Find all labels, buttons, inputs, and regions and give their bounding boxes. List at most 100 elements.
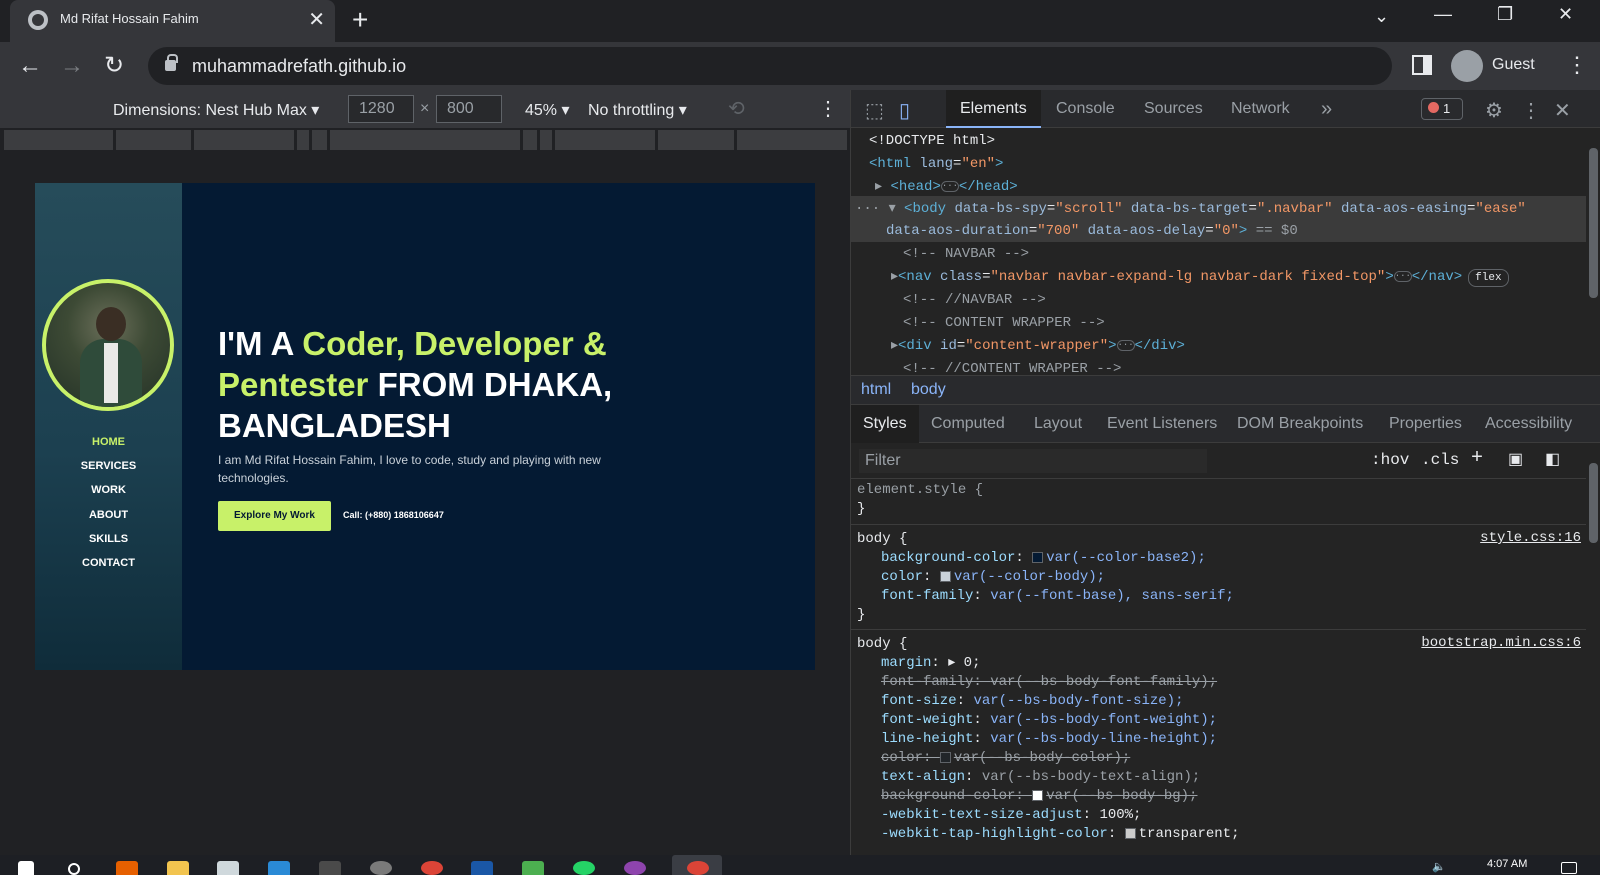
search-icon[interactable] [68,863,80,875]
app-icon[interactable] [624,861,646,875]
media-query-segment[interactable] [658,130,734,150]
back-button[interactable]: ← [18,52,42,80]
profile-label[interactable]: Guest [1492,56,1535,74]
overridden-declaration[interactable]: font-family: var(--bs-body-font-family); [881,673,1217,692]
app-icon[interactable] [522,861,544,875]
expand-arrow-icon[interactable]: ▸ [891,338,898,354]
site-nav-about[interactable]: ABOUT [35,509,182,521]
dom-comment[interactable]: <!-- CONTENT WRAPPER --> [903,312,1105,334]
rule-source-link[interactable]: bootstrap.min.css:6 [1421,635,1581,651]
media-query-segment[interactable] [116,130,191,150]
rule-selector[interactable]: body { [857,635,907,654]
address-bar[interactable]: muhammadrefath.github.io [148,47,1392,85]
media-query-segment[interactable] [297,130,309,150]
tab-search-icon[interactable]: ⌄ [1374,6,1389,27]
dom-comment[interactable]: <!-- NAVBAR --> [903,243,1029,265]
color-swatch[interactable] [1124,827,1136,839]
hov-toggle[interactable]: :hov [1371,451,1409,469]
virtualbox-icon[interactable] [217,861,239,875]
dom-comment[interactable]: <!-- //NAVBAR --> [903,289,1046,311]
inspect-element-icon[interactable]: ⬚ [865,98,884,123]
style-declaration[interactable]: margin: ▸ 0; [881,654,980,673]
side-panel-icon[interactable] [1412,55,1432,75]
device-toggle-icon[interactable]: ▯ [899,98,910,123]
device-toolbar-more-icon[interactable]: ⋮ [818,96,838,121]
media-query-bar[interactable] [0,128,850,152]
forward-button[interactable]: → [60,52,84,80]
site-nav-services[interactable]: SERVICES [35,460,182,472]
media-query-segment[interactable] [194,130,294,150]
url-text[interactable]: muhammadrefath.github.io [192,56,406,77]
terminal-icon[interactable] [319,861,341,875]
more-tabs-icon[interactable]: » [1321,98,1332,121]
color-swatch[interactable] [939,751,951,763]
style-declaration[interactable]: -webkit-tap-highlight-color: transparent… [881,825,1239,844]
media-query-segment[interactable] [523,130,537,150]
media-query-segment[interactable] [4,130,113,150]
expand-arrow-icon[interactable]: ▸ [875,179,882,195]
tab-network[interactable]: Network [1217,90,1304,128]
ellipsis-icon[interactable]: ··· [940,180,959,192]
tab-close-icon[interactable]: ✕ [308,7,325,33]
media-query-segment[interactable] [312,130,327,150]
app-icon[interactable] [471,861,493,875]
firefox-icon[interactable] [116,861,138,875]
new-rule-plus-icon[interactable]: + [1471,447,1483,470]
media-query-segment[interactable] [540,130,552,150]
media-query-segment[interactable] [330,130,520,150]
taskbar-clock[interactable]: 4:07 AM [1487,858,1527,870]
chrome-menu-icon[interactable]: ⋮ [1566,52,1588,78]
overridden-declaration[interactable]: color: var(--bs-body-color); [881,749,1130,768]
rule-selector[interactable]: body { [857,530,907,549]
dom-body-cont[interactable]: data-aos-duration="700" data-aos-delay="… [886,220,1298,242]
ellipsis-icon[interactable]: ··· [1116,339,1135,351]
rotate-icon[interactable]: ⟲ [728,96,745,121]
device-width-input[interactable]: 1280 [348,95,414,123]
throttling-select[interactable]: No throttling ▾ [588,100,687,120]
expand-arrow-icon[interactable]: ▸ [891,269,898,285]
reload-button[interactable]: ↻ [104,52,124,80]
window-close-button[interactable]: ✕ [1558,4,1573,25]
browser-tab[interactable]: Md Rifat Hossain Fahim ✕ [10,0,335,42]
emulated-viewport[interactable]: HOME SERVICES WORK ABOUT SKILLS CONTACT … [35,183,815,670]
explore-work-button[interactable]: Explore My Work [218,501,331,531]
scrollbar-thumb[interactable] [1589,463,1598,543]
tab-layout[interactable]: Layout [1022,405,1094,443]
dom-nav[interactable]: ▸<nav class="navbar navbar-expand-lg nav… [891,266,1509,288]
guest-avatar-icon[interactable] [1451,50,1483,82]
new-tab-button[interactable]: + [352,5,368,35]
devtools-menu-icon[interactable]: ⋮ [1521,98,1541,123]
tab-elements[interactable]: Elements [946,90,1041,128]
style-declaration[interactable]: font-size: var(--bs-body-font-size); [881,692,1183,711]
tab-event-listeners[interactable]: Event Listeners [1095,405,1229,443]
ellipsis-icon[interactable]: ··· [1393,270,1412,282]
notification-icon[interactable] [1561,862,1577,874]
volume-icon[interactable]: 🔈 [1432,860,1454,874]
dom-comment[interactable]: <!-- //CONTENT WRAPPER --> [903,358,1121,375]
dom-body[interactable]: ··· ▾ <body data-bs-spy="scroll" data-bs… [855,198,1526,220]
color-swatch[interactable] [1032,789,1044,801]
rule-source-link[interactable]: style.css:16 [1480,530,1581,546]
style-declaration[interactable]: background-color: var(--color-base2); [881,549,1206,568]
error-count-badge[interactable]: 1 [1421,98,1463,120]
dom-html[interactable]: <html lang="en"> [869,153,1003,175]
style-declaration[interactable]: text-align: var(--bs-body-text-align); [881,768,1200,787]
style-declaration[interactable]: font-family: var(--font-base), sans-seri… [881,587,1234,606]
scrollbar-thumb[interactable] [1589,148,1598,298]
devtools-close-icon[interactable]: ✕ [1554,98,1571,123]
style-declaration[interactable]: font-weight: var(--bs-body-font-weight); [881,711,1217,730]
tab-accessibility[interactable]: Accessibility [1473,405,1584,443]
site-nav-home[interactable]: HOME [35,436,182,448]
app-icon[interactable] [370,861,392,875]
phone-link[interactable]: Call: (+880) 1868106647 [343,510,444,520]
dom-doctype[interactable]: <!DOCTYPE html> [869,130,995,152]
style-declaration[interactable]: line-height: var(--bs-body-line-height); [881,730,1217,749]
tab-computed[interactable]: Computed [919,405,1017,443]
tab-properties[interactable]: Properties [1377,405,1474,443]
breadcrumb-html[interactable]: html [861,381,891,399]
site-nav-work[interactable]: WORK [35,484,182,496]
style-declaration[interactable]: -webkit-text-size-adjust: 100%; [881,806,1141,825]
device-dimensions-select[interactable]: Dimensions: Nest Hub Max ▾ [113,100,319,120]
site-nav-contact[interactable]: CONTACT [35,557,182,569]
styles-filter-input[interactable]: Filter [859,449,1207,473]
